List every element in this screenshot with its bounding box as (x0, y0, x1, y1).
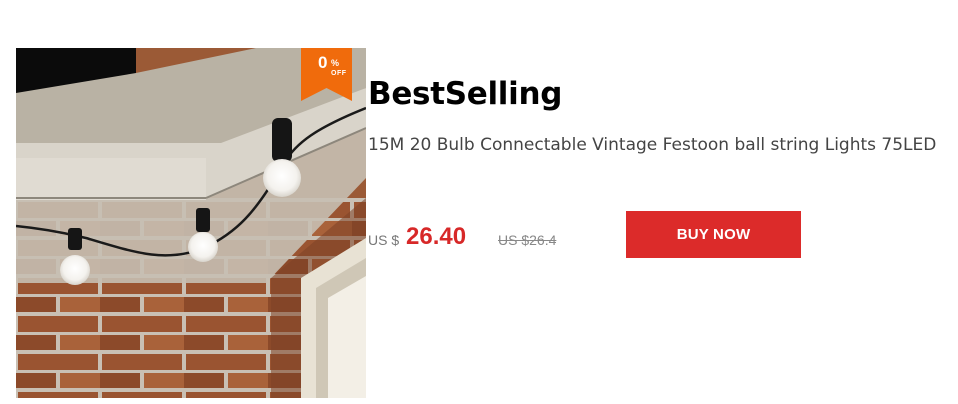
current-price: 26.40 (406, 223, 467, 250)
discount-off-label: OFF (331, 70, 347, 77)
discount-value: 0 (318, 53, 328, 72)
buy-now-button[interactable]: BUY NOW (626, 211, 801, 258)
discount-percent: % (331, 58, 340, 68)
section-heading: BestSelling (368, 76, 563, 112)
currency-label: US $ (368, 232, 400, 248)
product-title[interactable]: 15M 20 Bulb Connectable Vintage Festoon … (368, 135, 936, 155)
original-price: US $26.4 (498, 232, 557, 248)
